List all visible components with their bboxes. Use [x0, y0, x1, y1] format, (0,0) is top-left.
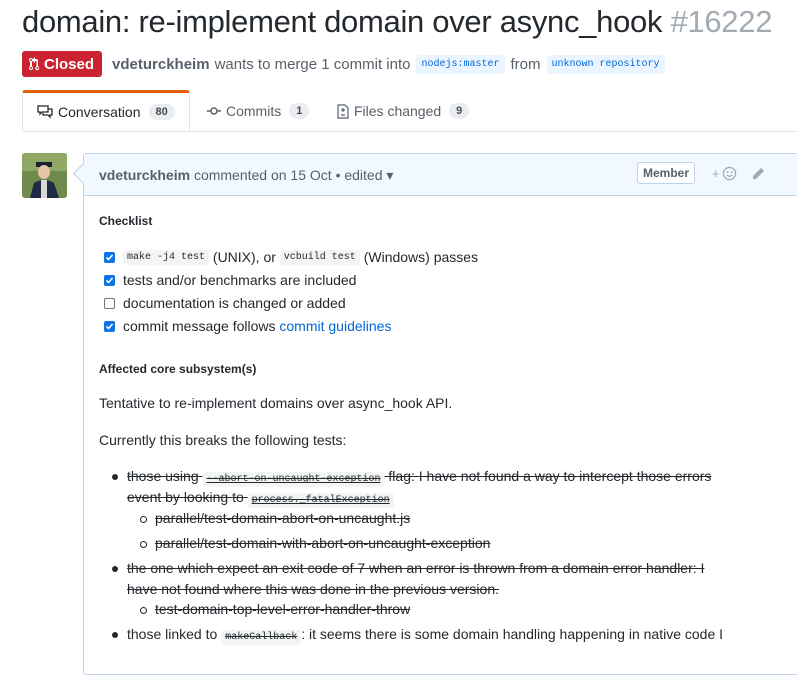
task-text: tests and/or benchmarks are included	[123, 272, 357, 288]
list-text: : it seems there is some domain handling…	[301, 626, 724, 642]
list-item: the one which expect an exit code of 7 w…	[127, 560, 705, 576]
from-text: from	[510, 55, 541, 73]
sub-list-item: parallel/test-domain-abort-on-uncaught.j…	[155, 510, 411, 526]
add-reaction-button[interactable]: +	[712, 166, 737, 181]
bullet	[112, 474, 118, 480]
pr-number: #16222	[670, 4, 773, 39]
checklist-heading: Checklist	[99, 214, 153, 228]
pr-meta: Closed vdeturckheim wants to merge 1 com…	[22, 51, 671, 77]
sub-bullet	[140, 607, 147, 614]
commit-guidelines-link[interactable]: commit guidelines	[279, 318, 391, 334]
tab-counter: 80	[148, 103, 175, 120]
tab-label: Commits	[226, 103, 282, 119]
checkbox-unchecked[interactable]	[104, 297, 115, 309]
code-span: makeCallback	[221, 630, 302, 645]
tab-counter: 9	[449, 103, 470, 119]
list-text: those using	[127, 468, 199, 484]
paragraph: Tentative to re-implement domains over a…	[99, 395, 453, 411]
list-text: flag: I have not found a way to intercep…	[388, 468, 712, 484]
comment-byline: vdeturckheim commented on 15 Oct • edite…	[99, 167, 393, 184]
pr-action-text: wants to merge 1 commit into	[214, 55, 411, 73]
task-text: commit message follows	[123, 318, 276, 334]
code-span: process._fatalException	[247, 493, 394, 508]
member-badge: Member	[637, 162, 696, 184]
tab-label: Conversation	[58, 103, 141, 120]
bullet	[112, 566, 118, 572]
sub-bullet	[140, 541, 147, 548]
tab-conversation[interactable]: Conversation 80	[22, 90, 190, 131]
head-branch[interactable]: unknown repository	[546, 54, 665, 74]
tab-commits[interactable]: Commits 1	[207, 91, 310, 131]
list-item: those linked to makeCallback: it seems t…	[127, 626, 724, 645]
avatar[interactable]	[22, 153, 67, 198]
pr-title: domain: re-implement domain over async_h…	[22, 4, 772, 40]
task-text: (UNIX), or	[212, 249, 276, 265]
comment-header: vdeturckheim commented on 15 Oct • edite…	[84, 154, 797, 196]
git-pull-request-icon	[29, 57, 40, 71]
task-item: tests and/or benchmarks are included	[104, 270, 356, 290]
code-span: --abort-on-uncaught-exception	[202, 472, 385, 487]
list-item: those using --abort-on-uncaught-exceptio…	[127, 468, 712, 487]
comment-discussion-icon	[37, 104, 53, 119]
list-item-continued: event by looking to process._fatalExcept…	[127, 489, 394, 508]
comment-meta[interactable]: commented on 15 Oct • edited ▾	[194, 167, 393, 183]
paragraph: Currently this breaks the following test…	[99, 432, 347, 448]
pr-author-link[interactable]: vdeturckheim	[112, 56, 210, 73]
edit-pencil-icon[interactable]	[751, 167, 765, 184]
checkbox-checked[interactable]	[104, 274, 115, 286]
sub-list-item: test-domain-top-level-error-handler-thro…	[155, 601, 411, 617]
state-badge: Closed	[22, 51, 103, 77]
file-diff-icon	[337, 103, 349, 119]
checkbox-checked[interactable]	[104, 320, 115, 332]
list-item-continued: have not found where this was done in th…	[127, 581, 500, 597]
list-text: event by looking to	[127, 489, 244, 505]
checkbox-checked[interactable]	[104, 251, 115, 263]
task-item: commit message follows commit guidelines	[104, 316, 391, 336]
code-span: make -j4 test	[123, 249, 210, 265]
tab-label: Files changed	[354, 103, 442, 119]
task-text: (Windows) passes	[363, 249, 479, 265]
pr-title-text: domain: re-implement domain over async_h…	[22, 4, 663, 39]
sub-list-item: parallel/test-domain-with-abort-on-uncau…	[155, 535, 491, 551]
tab-counter: 1	[289, 103, 310, 119]
code-span: vcbuild test	[279, 249, 360, 265]
tab-files-changed[interactable]: Files changed 9	[337, 91, 470, 131]
task-text: documentation is changed or added	[123, 295, 346, 311]
sub-bullet	[140, 516, 147, 523]
smiley-icon	[722, 166, 736, 181]
task-item: documentation is changed or added	[104, 293, 346, 313]
pr-tabs: Conversation 80 Commits 1 Files changed …	[22, 90, 797, 132]
list-text: those linked to	[127, 626, 218, 642]
comment-author-link[interactable]: vdeturckheim	[99, 167, 190, 183]
subsystem-heading: Affected core subsystem(s)	[99, 362, 257, 376]
base-branch[interactable]: nodejs:master	[416, 54, 505, 74]
task-item: make -j4 test (UNIX), or vcbuild test (W…	[104, 247, 478, 267]
state-label: Closed	[44, 55, 95, 73]
comment-box: vdeturckheim commented on 15 Oct • edite…	[83, 153, 797, 675]
git-commit-icon	[207, 106, 221, 116]
